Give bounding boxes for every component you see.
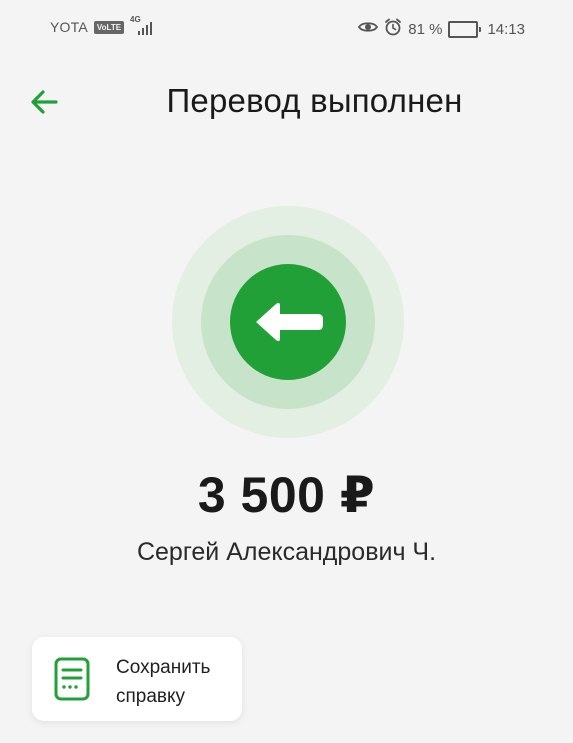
volte-badge: VoLTE — [93, 20, 125, 34]
transfer-status-graphic — [172, 206, 404, 438]
page-title: Перевод выполнен — [166, 82, 463, 119]
arrow-left-icon — [256, 302, 323, 342]
status-bar-left: YOTA VoLTE 4G — [50, 15, 158, 36]
status-circle — [230, 264, 346, 380]
transfer-amount: 3 500 ₽ — [197, 467, 376, 523]
header: Перевод выполнен — [0, 62, 573, 142]
signal-icon: 4G — [130, 15, 158, 36]
receipt-icon — [54, 657, 90, 701]
eye-icon — [358, 20, 379, 38]
carrier-name: YOTA — [50, 19, 88, 35]
battery-percent: 81 % — [408, 20, 443, 38]
status-bar: YOTA VoLTE 4G 81 % 14:13 — [0, 0, 573, 56]
recipient-name: Сергей Александрович Ч. — [136, 538, 437, 566]
save-receipt-button[interactable]: Сохранить справку — [32, 637, 242, 721]
status-bar-right: 81 % 14:13 — [358, 18, 525, 40]
battery-icon — [448, 20, 482, 38]
alarm-icon — [384, 18, 402, 40]
save-receipt-label: Сохранить справку — [116, 657, 211, 707]
clock: 14:13 — [487, 20, 525, 38]
